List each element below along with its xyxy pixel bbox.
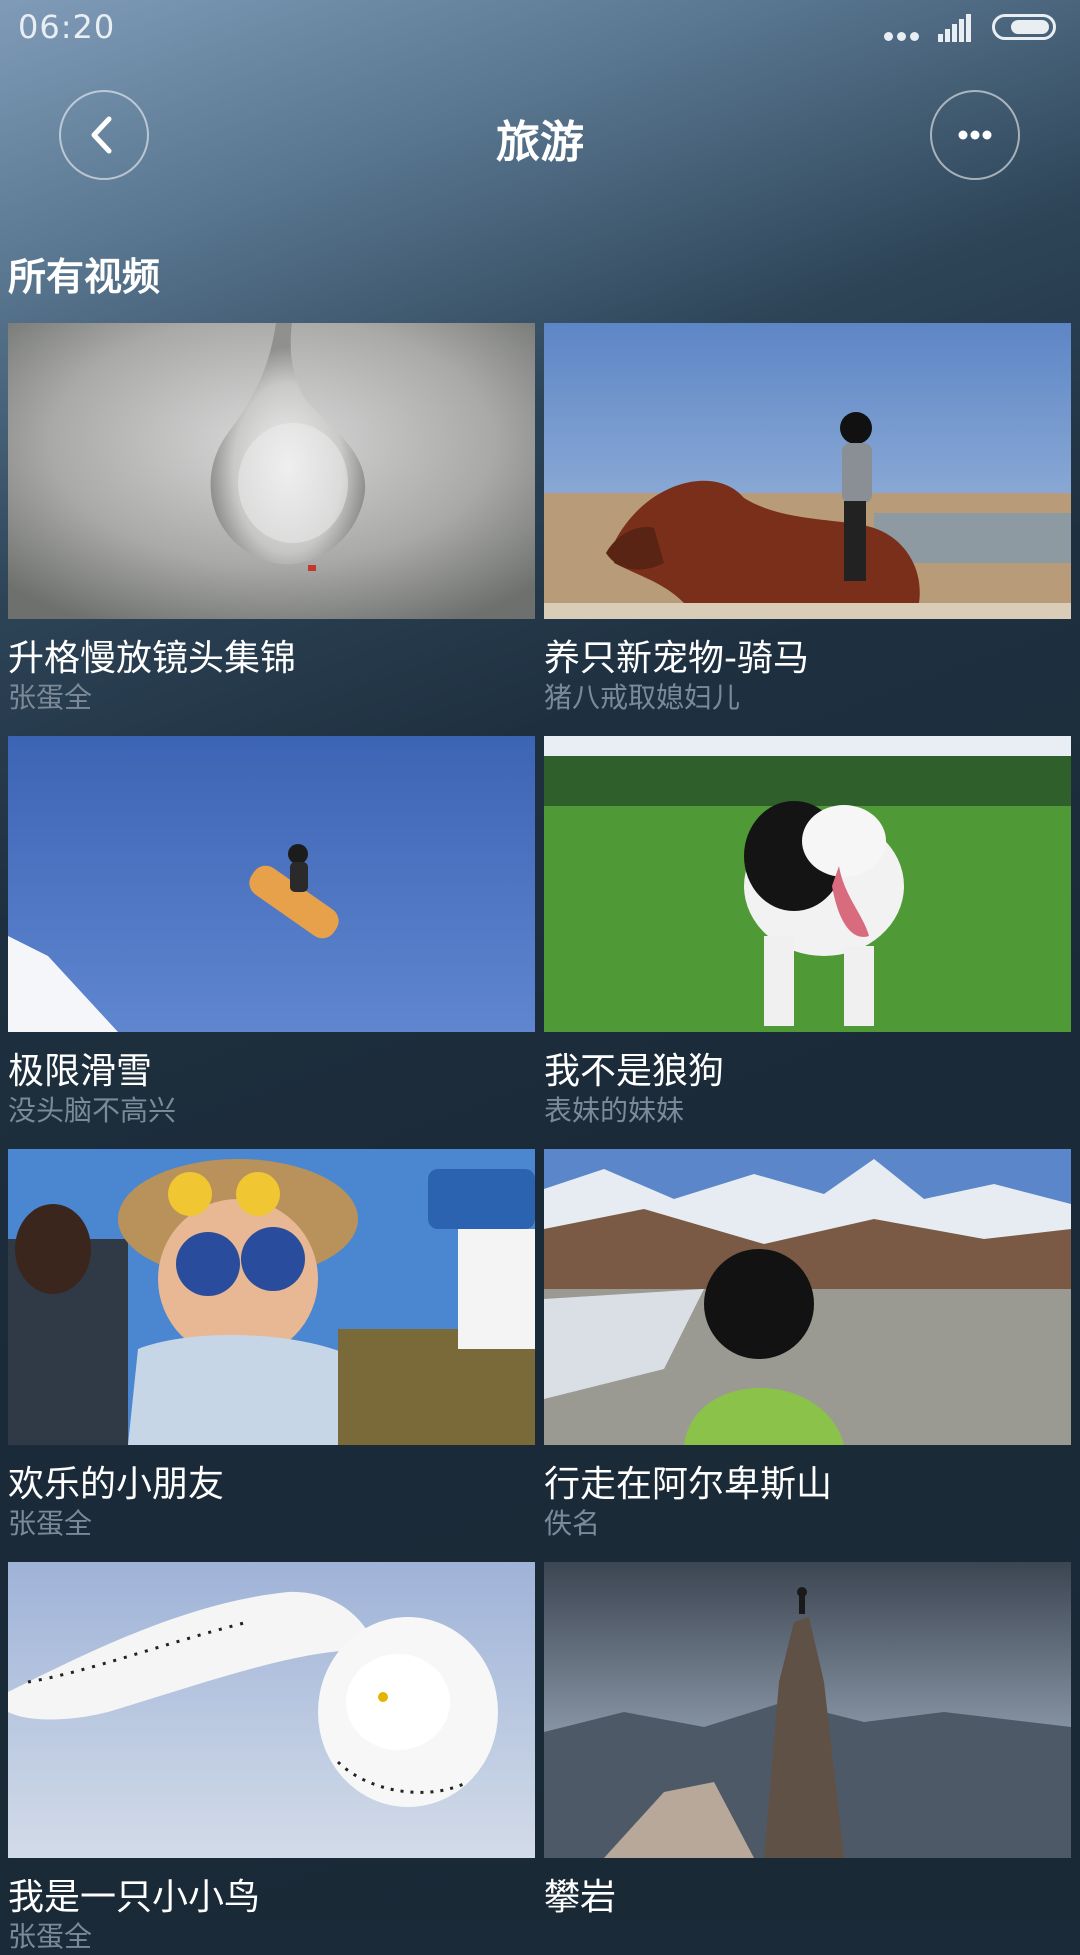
video-card[interactable]: 养只新宠物-骑马 猪八戒取媳妇儿 [544,323,1071,714]
video-title[interactable]: 行走在阿尔卑斯山 [544,1455,832,1507]
video-thumbnail[interactable] [8,323,535,619]
chevron-left-icon [91,116,112,154]
video-card[interactable]: 行走在阿尔卑斯山 佚名 [544,1149,1071,1540]
video-author: 张蛋全 [8,1507,93,1540]
page-title: 旅游 [496,117,584,168]
video-thumbnail[interactable] [544,1562,1071,1858]
video-author: 佚名 [544,1507,601,1540]
video-card[interactable]: 我不是狼狗 表妹的妹妹 [544,736,1071,1127]
video-title[interactable]: 我不是狼狗 [544,1042,724,1094]
video-author: 张蛋全 [8,1920,93,1953]
back-button[interactable] [59,90,149,180]
signal-icon [938,14,974,42]
more-horizontal-icon [958,130,992,140]
video-card[interactable]: 升格慢放镜头集锦 张蛋全 [8,323,535,714]
video-thumbnail[interactable] [8,1562,535,1858]
video-card[interactable]: 我是一只小小鸟 张蛋全 [8,1562,535,1953]
video-thumbnail[interactable] [544,323,1071,619]
status-time: 06:20 [18,8,116,46]
video-author: 猪八戒取媳妇儿 [544,681,741,714]
notification-dots-icon [884,32,924,42]
video-card[interactable]: 攀岩 [544,1562,1071,1918]
video-thumbnail[interactable] [544,736,1071,1032]
section-title: 所有视频 [8,255,161,299]
video-author: 没头脑不高兴 [8,1094,177,1127]
video-card[interactable]: 极限滑雪 没头脑不高兴 [8,736,535,1127]
video-title[interactable]: 极限滑雪 [8,1042,152,1094]
battery-icon [992,14,1056,40]
video-title[interactable]: 攀岩 [544,1868,616,1920]
video-title[interactable]: 我是一只小小鸟 [8,1868,260,1920]
video-title[interactable]: 升格慢放镜头集锦 [8,629,296,681]
video-thumbnail[interactable] [8,1149,535,1445]
video-author: 表妹的妹妹 [544,1094,685,1127]
video-title[interactable]: 欢乐的小朋友 [8,1455,224,1507]
video-card[interactable]: 欢乐的小朋友 张蛋全 [8,1149,535,1540]
video-thumbnail[interactable] [8,736,535,1032]
video-author: 张蛋全 [8,681,93,714]
video-thumbnail[interactable] [544,1149,1071,1445]
more-button[interactable] [930,90,1020,180]
video-title[interactable]: 养只新宠物-骑马 [544,629,809,681]
header: 旅游 [0,86,1080,186]
status-bar: 06:20 [0,0,1080,56]
